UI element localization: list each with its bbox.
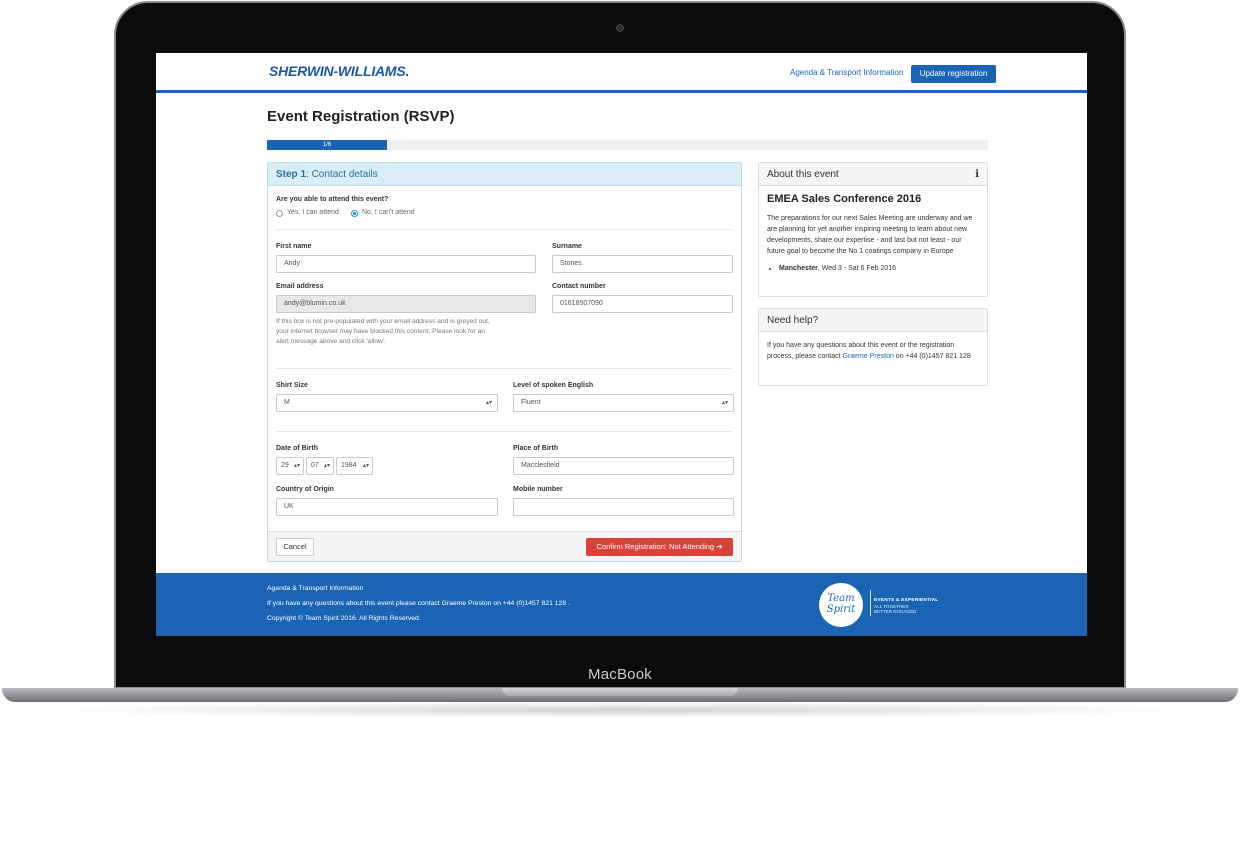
top-navigation: SHERWIN-WILLIAMS. Agenda & Transport Inf… [156,53,1087,93]
team-spirit-logo-text-2: Spirit [826,604,856,615]
dob-year-value: 1984 [341,462,357,469]
email-help-line-1: If this box is not pre-populated with yo… [276,318,490,325]
event-description: The preparations for our next Sales Meet… [767,215,973,255]
update-registration-button[interactable]: Update registration [911,65,996,83]
browser-screen: SHERWIN-WILLIAMS. Agenda & Transport Inf… [156,53,1087,636]
attend-yes-label[interactable]: Yes, I can attend [287,209,339,216]
contact-number-label: Contact number [552,283,606,290]
about-event-header: About this event i [759,163,987,186]
first-name-label: First name [276,243,312,250]
footer-agenda-link[interactable]: Agenda & Transport Information [267,585,363,592]
team-spirit-logo-text-1: Team [827,593,855,604]
team-spirit-logo[interactable]: Team Spirit [819,583,863,627]
footer-contact-text: If you have any questions about this eve… [267,600,570,607]
attend-no-label[interactable]: No, I can't attend [362,209,415,216]
confirm-registration-button[interactable]: Confirm Registration: Not Attending ➔ [586,538,733,556]
divider [276,368,733,369]
page-footer: Agenda & Transport Information If you ha… [156,573,1087,636]
progress-bar: 1/6 [267,140,988,150]
divider [276,229,733,230]
step-title: : Contact details [306,169,378,180]
dob-day-value: 29 [281,462,289,469]
logo-divider [870,590,871,616]
email-label: Email address [276,283,324,290]
panel-footer: Cancel Confirm Registration: Not Attendi… [268,531,741,561]
event-locations: Manchester, Wed 3 - Sat 6 Feb 2016 [767,263,979,274]
dob-year-select[interactable]: 1984 ▴▾ [336,457,373,475]
event-title: EMEA Sales Conference 2016 [767,193,922,205]
attend-question: Are you able to attend this event? [276,196,389,203]
list-item: Manchester, Wed 3 - Sat 6 Feb 2016 [779,263,979,274]
step-header: Step 1: Contact details [268,163,741,186]
about-event-heading: About this event [767,169,839,180]
dob-label: Date of Birth [276,445,318,452]
step-number: Step 1 [276,169,307,180]
first-name-input[interactable]: Andy [276,255,536,273]
country-input[interactable]: UK [276,498,498,516]
need-help-heading: Need help? [767,315,819,326]
about-event-body: EMEA Sales Conference 2016 The preparati… [759,186,987,282]
english-level-label: Level of spoken English [513,382,594,389]
english-level-select[interactable]: Fluent ▴▾ [513,394,734,412]
location-dates: , Wed 3 - Sat 6 Feb 2016 [817,265,896,272]
select-arrows-icon: ▴▾ [323,463,330,469]
shirt-size-select[interactable]: M ▴▾ [276,394,498,412]
laptop-brand-label: MacBook [588,666,652,683]
cancel-button[interactable]: Cancel [276,538,314,556]
select-arrows-icon: ▴▾ [362,463,369,469]
footer-copyright: Copyright © Team Spirit 2016. All Rights… [267,615,421,622]
divider [276,431,733,432]
help-contact-link[interactable]: Graeme Preston [843,353,894,360]
dob-month-select[interactable]: 07 ▴▾ [306,457,334,475]
location-city: Manchester [779,265,818,272]
sherwin-williams-logo[interactable]: SHERWIN-WILLIAMS. [269,63,409,79]
place-of-birth-label: Place of Birth [513,445,559,452]
need-help-header: Need help? [759,309,987,332]
mobile-input[interactable] [513,498,734,516]
about-event-panel: About this event i EMEA Sales Conference… [758,162,988,297]
team-spirit-tagline-2: ALL TOGETHER BETTER ENGAGED [874,604,916,614]
email-input[interactable]: andy@blumin.co.uk [276,295,536,313]
shirt-size-value: M [284,399,290,406]
select-arrows-icon: ▴▾ [293,463,300,469]
agenda-transport-link[interactable]: Agenda & Transport Information [790,68,903,77]
camera-icon [616,24,624,32]
laptop-shadow [40,702,1200,718]
attend-yes-radio[interactable] [276,210,283,217]
progress-fill: 1/6 [267,140,388,150]
info-icon[interactable]: i [975,163,979,186]
page-title: Event Registration (RSVP) [267,108,455,125]
country-label: Country of Origin [276,486,334,493]
dob-day-select[interactable]: 29 ▴▾ [276,457,304,475]
mobile-label: Mobile number [513,486,563,493]
shirt-size-label: Shirt Size [276,382,308,389]
surname-label: Surname [552,243,582,250]
contact-number-input[interactable]: 01618507090 [552,295,733,313]
registration-panel: Step 1: Contact details Are you able to … [267,162,742,562]
select-arrows-icon: ▴▾ [485,400,492,406]
select-arrows-icon: ▴▾ [721,400,728,406]
team-spirit-tagline-1: EVENTS & EXPERIENTIAL [874,598,939,603]
laptop-notch [502,688,738,696]
help-phone: on +44 (0)1457 821 128 [893,353,971,360]
place-of-birth-input[interactable]: Macclesfield [513,457,734,475]
surname-input[interactable]: Stones [552,255,733,273]
tagline-line-3: BETTER ENGAGED [874,609,917,614]
need-help-body: If you have any questions about this eve… [759,332,987,370]
english-level-value: Fluent [521,399,541,406]
email-help-line-2: your internet browser may have blocked t… [276,328,485,335]
dob-month-value: 07 [311,462,319,469]
need-help-panel: Need help? If you have any questions abo… [758,308,988,386]
attend-no-radio[interactable] [351,210,358,217]
email-help-line-3: alert message above and click 'allow'. [276,338,386,345]
